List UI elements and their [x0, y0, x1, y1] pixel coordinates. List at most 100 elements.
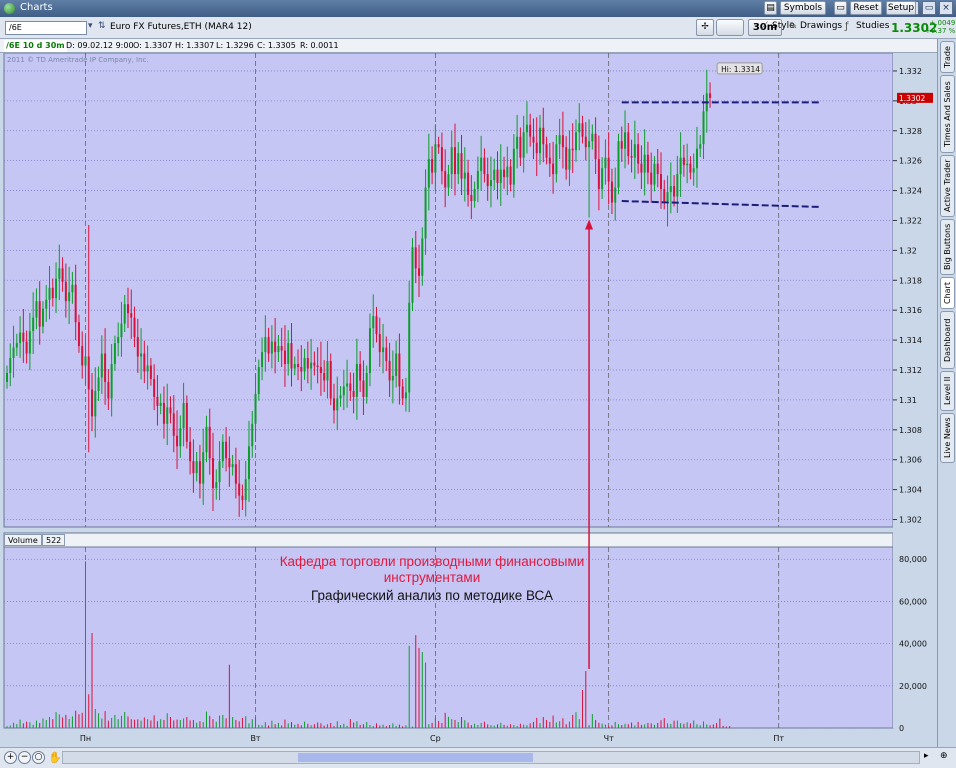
- symbol-input[interactable]: /6E: [5, 21, 87, 35]
- candle-body: [38, 301, 41, 327]
- maximize-button[interactable]: ▭: [922, 1, 936, 15]
- candle-body: [123, 304, 126, 324]
- candle-body: [375, 316, 378, 335]
- candle-body: [385, 347, 388, 362]
- tab-dashboard[interactable]: Dashboard: [940, 311, 955, 369]
- pencil-icon: ✎: [789, 21, 798, 32]
- candle-body: [182, 402, 185, 429]
- candle-body: [231, 464, 234, 468]
- style-icon: ⟋: [761, 21, 768, 32]
- candle-body: [601, 168, 604, 190]
- tab-big-buttons[interactable]: Big Buttons: [940, 219, 955, 275]
- candle-body: [699, 144, 702, 149]
- candle-body: [614, 187, 617, 203]
- candle-body: [153, 378, 156, 397]
- bottom-bar: + − ○ ✋ ▸ ⊕: [0, 747, 956, 768]
- candle-body: [437, 144, 440, 148]
- candle-body: [372, 316, 375, 329]
- reset-button[interactable]: Reset: [850, 1, 882, 15]
- tab-times-and-sales[interactable]: Times And Sales: [940, 75, 955, 153]
- tab-trade[interactable]: Trade: [940, 41, 955, 73]
- candle-body: [669, 186, 672, 193]
- candle-body: [512, 148, 515, 185]
- setup-button[interactable]: Setup: [886, 1, 916, 15]
- candle-body: [574, 132, 577, 151]
- drawings-label[interactable]: Drawings: [800, 19, 842, 36]
- symbols-button[interactable]: Symbols: [780, 1, 826, 15]
- studies-label[interactable]: Studies: [856, 19, 889, 36]
- candle-body: [689, 163, 692, 173]
- candle-body: [584, 136, 587, 148]
- candle-body: [12, 347, 15, 359]
- day-label: Вт: [250, 734, 260, 743]
- candle-body: [571, 148, 574, 151]
- candle-body: [476, 171, 479, 190]
- candle-body: [179, 428, 182, 447]
- price-tick-label: 1.32: [899, 246, 917, 255]
- candle-body: [185, 402, 188, 442]
- candle-body: [391, 375, 394, 381]
- expand-icon[interactable]: ⊕: [940, 751, 948, 761]
- candle-body: [22, 332, 25, 342]
- volume-value: 522: [42, 534, 66, 546]
- candle-body: [552, 163, 555, 175]
- annotation-line-3: Графический анализ по методике ВСА: [311, 588, 553, 603]
- candle-body: [401, 386, 404, 399]
- candle-body: [28, 331, 31, 354]
- candle-body: [316, 365, 319, 368]
- scroll-thumb[interactable]: [298, 753, 533, 762]
- tab-chart[interactable]: Chart: [940, 277, 955, 309]
- candle-body: [709, 93, 712, 98]
- chart-area[interactable]: 1.302 1.304 1.306 1.308 1.31 1.312 1.314 1.316 1…: [0, 53, 937, 747]
- close-button[interactable]: ×: [939, 1, 953, 15]
- candle-body: [225, 441, 228, 459]
- period-label[interactable]: /6E 10 d 30m: [4, 40, 67, 52]
- tab-active-trader[interactable]: Active Trader: [940, 155, 955, 217]
- time-scrollbar[interactable]: [62, 751, 920, 764]
- candle-body: [630, 156, 633, 158]
- price-change: +.0049 +0.37 %: [925, 19, 955, 35]
- tab-live-news[interactable]: Live News: [940, 413, 955, 463]
- candle-body: [84, 356, 87, 366]
- bar-date: D: 09.02.12 9:00: [66, 41, 134, 50]
- zoom-fit-icon[interactable]: ○: [32, 751, 45, 764]
- symbol-dropdown-icon[interactable]: ▾: [88, 21, 93, 31]
- candle-body: [339, 395, 342, 399]
- candle-body: [58, 268, 61, 279]
- candle-body: [408, 302, 411, 393]
- side-tabs: Trade Times And Sales Active Trader Big …: [937, 39, 956, 747]
- candle-body: [192, 461, 195, 474]
- candle-body: [176, 435, 179, 447]
- save-icon[interactable]: ▭: [834, 1, 847, 15]
- candle-body: [32, 317, 35, 332]
- zoom-in-icon[interactable]: +: [4, 751, 17, 764]
- candle-body: [91, 389, 94, 417]
- crosshair-icon[interactable]: ✢: [696, 19, 714, 36]
- candle-body: [637, 144, 640, 164]
- hand-icon[interactable]: ✋: [48, 751, 62, 764]
- layout-button[interactable]: [716, 19, 744, 36]
- candle-body: [395, 353, 398, 376]
- change-abs: +.0049: [929, 19, 956, 27]
- zoom-out-icon[interactable]: −: [18, 751, 31, 764]
- print-icon[interactable]: ▤: [764, 1, 777, 15]
- candle-body: [228, 458, 231, 468]
- candle-body: [594, 133, 597, 160]
- candle-body: [97, 377, 100, 391]
- candle-body: [19, 332, 22, 344]
- tab-level-ii[interactable]: Level II: [940, 371, 955, 411]
- candle-body: [25, 341, 28, 354]
- scroll-right-icon[interactable]: ▸: [924, 751, 929, 761]
- candle-body: [578, 123, 581, 133]
- last-price-label: 1.3302: [899, 94, 925, 103]
- price-tick-label: 1.324: [899, 187, 922, 196]
- candle-body: [189, 441, 192, 462]
- day-label: Ср: [430, 734, 441, 743]
- price-tick-label: 1.31: [899, 396, 917, 405]
- candle-body: [434, 144, 437, 173]
- link-icon[interactable]: ⇅: [98, 21, 106, 31]
- candle-body: [607, 157, 610, 182]
- candle-body: [234, 464, 237, 484]
- day-label: Пт: [773, 734, 784, 743]
- price-tick-label: 1.312: [899, 366, 922, 375]
